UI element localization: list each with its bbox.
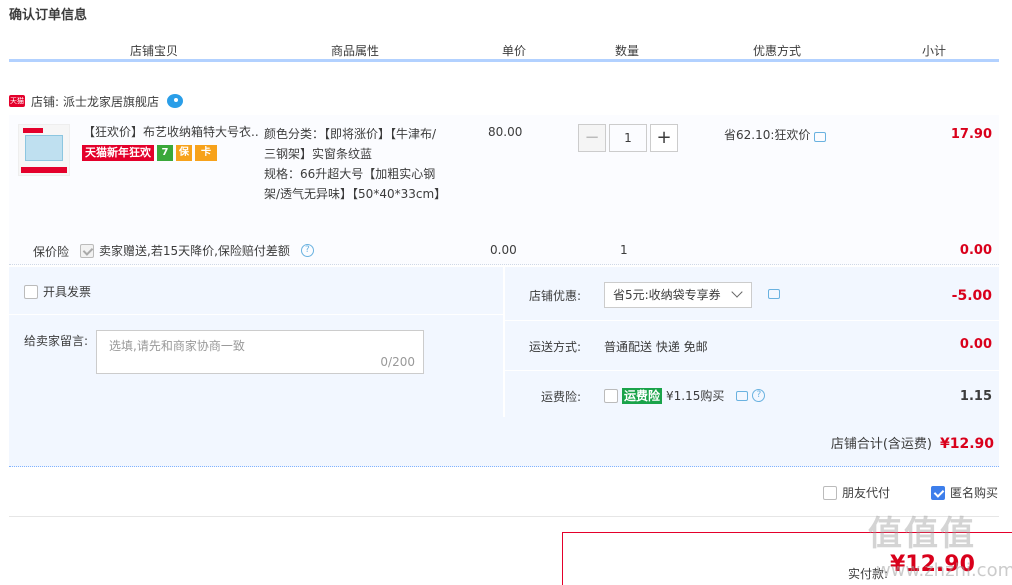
insurance-option: 卖家赠送,若15天降价,保险赔付差额 ? [80, 242, 314, 259]
watermark: 值值值 [868, 514, 976, 554]
chevron-down-icon [731, 286, 743, 298]
shop-label: 店铺: [31, 94, 60, 109]
anonymous-checkbox[interactable] [931, 485, 945, 500]
column-header-subtotal: 小计 [921, 44, 946, 58]
invoice-label: 开具发票 [43, 285, 92, 299]
coupon-select[interactable]: 省5元:收纳袋专享券 [604, 282, 752, 308]
product-attributes: 颜色分类：【即将涨价】【牛津布/三钢架】实窗条纹蓝 规格：66升超大号【加粗实心… [264, 124, 447, 204]
quantity-stepper: − 1 + [578, 124, 678, 152]
column-header-quantity: 数量 [614, 44, 639, 58]
qty-plus-button[interactable]: + [650, 124, 678, 152]
freight-insurance-label: 运费险: [540, 390, 581, 404]
shop-total-value: ¥12.90 [939, 436, 994, 452]
attr-spec: 规格：66升超大号【加粗实心钢架/透气无异味】【50*40*33cm】 [264, 167, 447, 201]
comment-icon[interactable] [736, 390, 749, 401]
anonymous-option: 匿名购买 [931, 484, 998, 501]
message-placeholder: 选填,请先和商家协商一致 [109, 339, 245, 353]
shop-discount-label: 店铺优惠: [528, 289, 581, 303]
shop-name-link[interactable]: 派士龙家居旗舰店 [63, 93, 159, 110]
product-title-link[interactable]: 【狂欢价】布艺收纳箱特大号衣... [83, 124, 259, 140]
attr-color: 颜色分类：【即将涨价】【牛津布/三钢架】实窗条纹蓝 [264, 127, 437, 161]
column-header-discount: 优惠方式 [752, 44, 801, 58]
qty-minus-button[interactable]: − [578, 124, 606, 152]
shipping-method: 普通配送 快递 免邮 [604, 340, 708, 354]
message-input[interactable]: 选填,请先和商家协商一致 0/200 [96, 330, 424, 374]
shipping-label: 运送方式: [528, 340, 581, 354]
invoice-checkbox[interactable] [24, 284, 38, 299]
tmall-icon: 天猫 [9, 95, 25, 107]
discount-info: 省62.10:狂欢价 [724, 126, 827, 143]
table-header: 店铺宝贝 商品属性 单价 数量 优惠方式 小计 [9, 36, 999, 62]
shop-line: 天猫 店铺: 派士龙家居旗舰店 [9, 92, 184, 110]
freight-insurance-amount: 1.15 [959, 389, 992, 404]
freight-insurance-checkbox[interactable] [604, 388, 618, 403]
promo-tag: 天猫新年狂欢 [82, 145, 154, 161]
invoice-option: 开具发票 [24, 283, 91, 300]
friend-pay-option: 朋友代付 [823, 484, 890, 501]
column-header-price: 单价 [501, 44, 526, 58]
insurance-desc: 卖家赠送,若15天降价,保险赔付差额 [99, 244, 290, 258]
shipping-amount: 0.00 [959, 337, 992, 352]
divider [9, 516, 999, 517]
message-count: 0/200 [380, 355, 415, 369]
seven-day-return-icon: 7 [157, 145, 173, 161]
shop-discount-amount: -5.00 [951, 288, 992, 304]
insurance-label: 保价险 [33, 245, 70, 259]
shop-total-label: 店铺合计(含运费) [830, 437, 932, 452]
help-icon[interactable]: ? [752, 389, 766, 402]
friend-pay-label: 朋友代付 [842, 486, 891, 500]
anonymous-label: 匿名购买 [950, 486, 999, 500]
chat-icon[interactable] [167, 94, 184, 108]
freight-insurance-tag: 运费险 [622, 387, 663, 404]
item-subtotal: 17.90 [950, 127, 992, 142]
comment-icon[interactable] [814, 131, 827, 142]
column-header-item: 店铺宝贝 [129, 44, 178, 58]
coupon-select-value: 省5元:收纳袋专享券 [613, 288, 721, 302]
help-icon[interactable]: ? [300, 244, 314, 257]
insurance-checkbox[interactable] [80, 243, 94, 258]
insurance-subtotal: 0.00 [959, 243, 992, 258]
discount-text: 省62.10:狂欢价 [724, 128, 811, 142]
freight-insurance-price: ¥1.15购买 [666, 389, 725, 403]
comment-icon[interactable] [768, 289, 780, 299]
column-header-attributes: 商品属性 [330, 44, 379, 58]
guarantee-icon: 保 [176, 145, 192, 161]
credit-card-icon: 卡 [195, 145, 217, 161]
insurance-qty: 1 [620, 243, 628, 257]
message-label: 给卖家留言: [24, 334, 89, 348]
promo-tags: 天猫新年狂欢 7 保 卡 [82, 145, 217, 161]
shop-total: 店铺合计(含运费) ¥12.90 [831, 433, 994, 452]
friend-pay-checkbox[interactable] [823, 485, 837, 500]
insurance-price: 0.00 [490, 243, 517, 257]
freight-insurance-option: 运费险 ¥1.15购买 ? [604, 387, 766, 404]
unit-price: 80.00 [488, 125, 523, 139]
watermark-url: www.zhzhi.com [876, 560, 1012, 581]
product-thumbnail[interactable] [18, 124, 70, 176]
page-title: 确认订单信息 [9, 8, 88, 23]
qty-input[interactable]: 1 [609, 124, 647, 152]
